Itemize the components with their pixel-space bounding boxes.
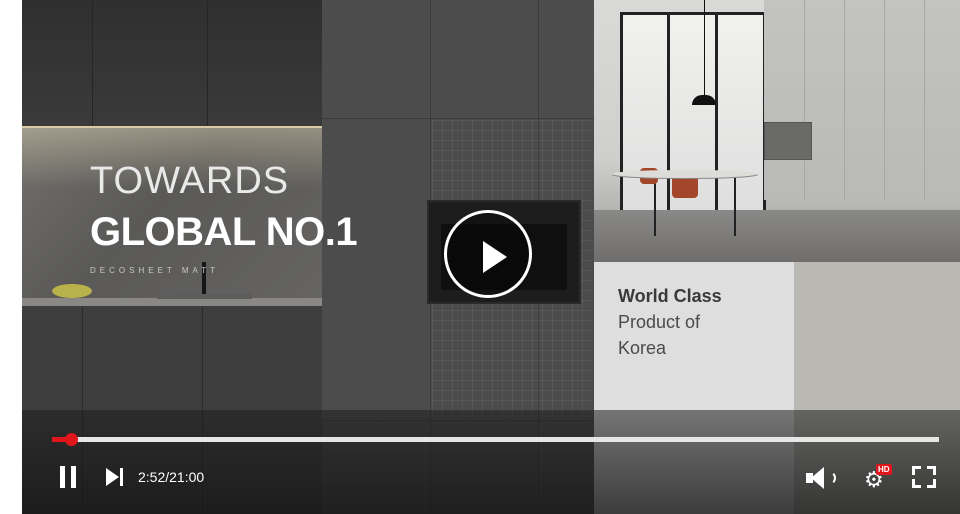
fullscreen-icon [912,466,921,475]
video-frame-right [594,0,960,262]
table-leg [654,176,656,236]
fullscreen-icon-corner [927,466,936,475]
upper-cabinets [22,0,322,128]
wall-oven [764,122,812,160]
progress-scrubber[interactable] [65,433,79,446]
big-play-button[interactable] [444,210,532,298]
settings-button[interactable]: ⚙ HD [862,464,892,492]
pause-icon-bar [71,466,76,488]
caption-line-2: Product of [618,312,701,332]
video-player[interactable]: TOWARDS GLOBAL NO.1 DECOSHEET MATT World… [22,0,960,514]
brand-line: DECOSHEET MATT [90,266,220,275]
caption-line-3: Korea [618,338,667,358]
sink [157,294,252,299]
countertop [22,298,322,306]
next-icon [106,468,119,486]
headline-line-1: TOWARDS [90,160,290,202]
fullscreen-button[interactable] [912,466,936,488]
floor [594,210,960,262]
headline-line-2: GLOBAL NO.1 [90,210,358,254]
caption-strong: World Class [618,286,722,306]
volume-button[interactable] [806,465,840,491]
fullscreen-icon-corner [927,479,936,488]
dining-table [612,170,758,178]
volume-icon-wave [826,471,836,485]
fullscreen-icon-corner [912,479,921,488]
play-icon [483,241,507,273]
progress-bar[interactable] [52,433,939,446]
next-button[interactable] [106,468,128,486]
chair [672,176,698,198]
controls-bar: 2:52/21:00 ⚙ HD [22,410,960,514]
pause-button[interactable] [60,466,80,488]
pause-icon [60,466,65,488]
table-leg [734,176,736,236]
pendant-lamp [692,95,716,105]
hd-badge: HD [876,464,892,475]
time-display: 2:52/21:00 [138,469,205,485]
pendant-cord [704,0,705,95]
plant-decor [52,284,92,298]
wall-cabinets [764,0,960,200]
volume-icon-cone [811,467,824,489]
next-icon-bar [120,468,123,486]
